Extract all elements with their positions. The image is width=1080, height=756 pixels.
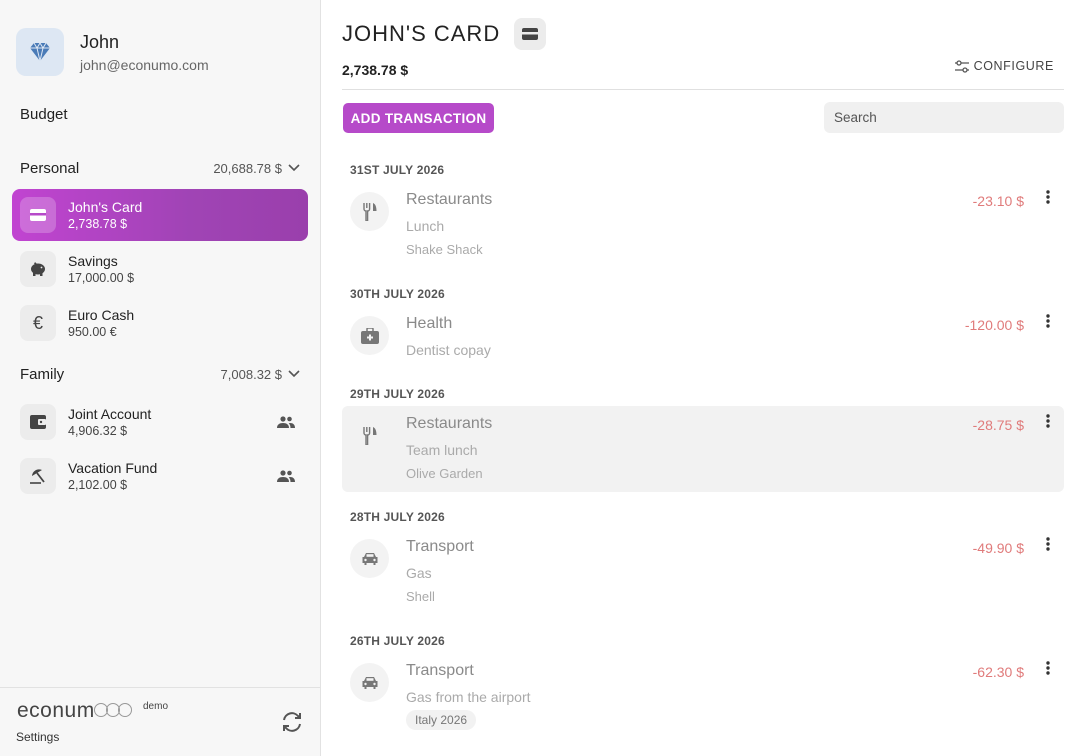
folder-name: Family: [20, 365, 65, 383]
account-balance: 950.00 €: [68, 324, 117, 339]
car-icon: [350, 663, 389, 702]
settings-link[interactable]: Settings: [16, 730, 59, 744]
sidebar-item-budget[interactable]: Budget: [20, 106, 68, 123]
transaction-amount: -120.00 $: [964, 317, 1024, 333]
transaction-description: Gas: [406, 565, 432, 581]
credit-card-icon: [514, 18, 547, 50]
sidebar-item-johns-card[interactable]: John's Card 2,738.78 $: [12, 189, 308, 241]
user-email: john@econumo.com: [80, 57, 209, 73]
logo-text: econum: [17, 699, 95, 722]
account-name: John's Card: [68, 198, 143, 215]
date-header: 26TH JULY 2026: [350, 634, 445, 648]
medical-kit-icon: [350, 316, 389, 355]
wallet-icon: [20, 404, 56, 440]
date-header: 29TH JULY 2026: [350, 387, 445, 401]
user-name: John: [80, 32, 120, 52]
sidebar-item-euro-cash[interactable]: € Euro Cash 950.00 €: [12, 297, 308, 349]
chevron-down-icon[interactable]: [288, 370, 300, 378]
transaction-amount: -49.90 $: [972, 540, 1024, 556]
more-vert-icon[interactable]: [1040, 190, 1056, 208]
transaction-row[interactable]: Restaurants Lunch Shake Shack -23.10 $: [342, 182, 1064, 268]
transaction-amount: -62.30 $: [972, 664, 1024, 680]
account-balance: 4,906.32 $: [68, 423, 128, 438]
account-balance-total: 2,738.78 $: [342, 62, 409, 78]
sidebar-item-joint-account[interactable]: Joint Account 4,906.32 $: [12, 396, 308, 448]
date-header: 31ST JULY 2026: [350, 163, 445, 177]
account-balance: 2,102.00 $: [68, 477, 128, 492]
more-vert-icon[interactable]: [1040, 537, 1056, 555]
folder-personal[interactable]: Personal 20,688.78 $: [20, 158, 300, 178]
folder-name: Personal: [20, 159, 80, 177]
transaction-amount: -23.10 $: [972, 193, 1024, 209]
more-vert-icon[interactable]: [1040, 414, 1056, 432]
transaction-description: Team lunch: [406, 442, 478, 458]
transaction-row[interactable]: Transport Gas from the airport Italy 202…: [342, 653, 1064, 739]
folder-family[interactable]: Family 7,008.32 $: [20, 364, 300, 384]
sidebar: John john@econumo.com Budget Personal 20…: [0, 0, 321, 756]
configure-button[interactable]: CONFIGURE: [954, 59, 1054, 73]
sidebar-footer: econum demo Settings: [0, 687, 320, 756]
transaction-category: Health: [406, 315, 453, 332]
transaction-tag: Italy 2026: [406, 710, 477, 730]
sync-icon[interactable]: [280, 710, 304, 734]
transaction-payee: Shell: [406, 589, 435, 604]
account-balance: 17,000.00 $: [68, 270, 135, 285]
date-header: 28TH JULY 2026: [350, 510, 445, 524]
sliders-icon: [954, 59, 969, 73]
sidebar-item-savings[interactable]: Savings 17,000.00 $: [12, 243, 308, 295]
folder-total: 20,688.78 $: [213, 160, 282, 176]
account-name: Savings: [68, 252, 118, 269]
transaction-row[interactable]: Restaurants Team lunch Olive Garden -28.…: [342, 406, 1064, 492]
more-vert-icon[interactable]: [1040, 661, 1056, 679]
piggy-bank-icon: [20, 251, 56, 287]
car-icon: [350, 539, 389, 578]
transaction-category: Transport: [406, 538, 474, 555]
transaction-category: Restaurants: [406, 415, 493, 432]
add-transaction-button[interactable]: ADD TRANSACTION: [343, 103, 494, 133]
transaction-payee: Shake Shack: [406, 242, 483, 257]
econumo-logo: econum: [17, 699, 132, 723]
diamond-icon: [30, 42, 50, 62]
shared-users-icon: [274, 416, 298, 428]
transaction-description: Dentist copay: [406, 342, 491, 358]
fork-knife-icon: [350, 416, 389, 455]
transaction-category: Transport: [406, 662, 474, 679]
transaction-row[interactable]: Transport Gas Shell -49.90 $: [342, 529, 1064, 615]
transaction-description: Gas from the airport: [406, 689, 531, 705]
transaction-payee: Olive Garden: [406, 466, 483, 481]
folder-total: 7,008.32 $: [220, 366, 282, 382]
account-name: Euro Cash: [68, 306, 135, 323]
account-balance: 2,738.78 $: [68, 216, 128, 231]
fork-knife-icon: [350, 192, 389, 231]
euro-icon: €: [20, 305, 56, 341]
logo-circles: [93, 703, 132, 717]
main-content: JOHN'S CARD 2,738.78 $ CONFIGURE ADD TRA…: [342, 0, 1064, 756]
shared-users-icon: [274, 470, 298, 482]
divider: [342, 89, 1064, 90]
sidebar-item-vacation-fund[interactable]: Vacation Fund 2,102.00 $: [12, 450, 308, 502]
more-vert-icon[interactable]: [1040, 314, 1056, 332]
transaction-description: Lunch: [406, 218, 445, 234]
beach-umbrella-icon: [20, 458, 56, 494]
account-name: Vacation Fund: [68, 459, 158, 476]
transaction-row[interactable]: Health Dentist copay -120.00 $: [342, 306, 1064, 368]
avatar: [16, 28, 64, 76]
account-name: Joint Account: [68, 405, 152, 422]
date-header: 30TH JULY 2026: [350, 287, 445, 301]
demo-badge: demo: [143, 701, 169, 712]
credit-card-icon: [20, 197, 56, 233]
transaction-category: Restaurants: [406, 191, 493, 208]
user-profile[interactable]: John john@econumo.com: [16, 28, 209, 76]
page-title: JOHN'S CARD: [342, 21, 501, 46]
search-input[interactable]: [824, 102, 1064, 133]
configure-label: CONFIGURE: [973, 59, 1054, 73]
transaction-amount: -28.75 $: [972, 417, 1024, 433]
chevron-down-icon[interactable]: [288, 164, 300, 172]
